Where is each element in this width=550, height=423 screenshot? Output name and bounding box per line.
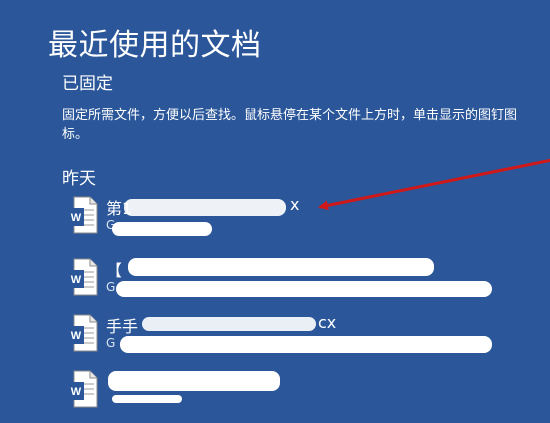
redaction-mark [108,371,280,391]
redaction-mark [112,395,182,403]
redaction-mark [142,317,316,331]
redaction-mark [124,199,286,216]
pinned-section-heading: 已固定 [62,74,113,94]
recent-document-item[interactable]: W 手手 cx G [62,313,522,367]
svg-text:W: W [71,212,82,224]
recent-documents-panel: 最近使用的文档 已固定 固定所需文件，方便以后查找。鼠标悬停在某个文件上方时，单… [0,0,550,408]
redaction-mark [128,258,434,276]
document-name: 手手 [106,317,139,336]
word-doc-icon: W [66,369,100,411]
pinned-help-text: 固定所需文件，方便以后查找。鼠标悬停在某个文件上方时，单击显示的图钉图标。 [62,108,518,142]
svg-text:W: W [71,386,82,398]
recent-document-item[interactable]: W 第1 x G [62,195,522,249]
page-title: 最近使用的文档 [48,28,262,63]
word-doc-icon: W [66,313,100,355]
redaction-mark [116,281,492,297]
document-path: G [106,336,116,350]
yesterday-section-heading: 昨天 [62,169,96,189]
word-doc-icon: W [66,257,100,299]
svg-text:W: W [71,330,82,342]
document-name-tail: x [290,195,300,214]
recent-document-item[interactable]: W [62,369,522,423]
redaction-mark [120,336,492,353]
document-path: G [106,280,116,294]
redaction-mark [112,222,212,236]
recent-document-item[interactable]: W 【 G [62,257,522,311]
document-name: 【 [106,261,123,280]
svg-text:W: W [71,274,82,286]
document-name-tail: cx [318,313,337,332]
word-doc-icon: W [66,195,100,237]
